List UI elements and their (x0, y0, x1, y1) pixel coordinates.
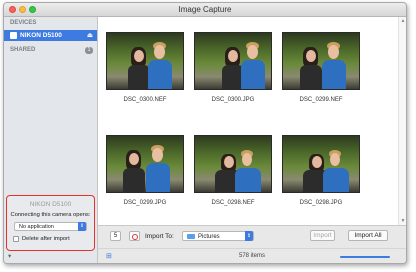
photo-thumbnail[interactable] (194, 135, 272, 193)
application-select-value: No application (19, 224, 54, 230)
camera-name-label: NIKON D5100 (29, 201, 72, 208)
application-select[interactable]: No application ⇕ (14, 222, 87, 231)
thumbnail-size-slider[interactable] (340, 256, 390, 258)
shared-header: SHARED (10, 47, 36, 53)
status-bar: ⊞ 578 items (98, 248, 406, 263)
import-destination-select[interactable]: Pictures ⇕ (182, 231, 254, 241)
title-bar: Image Capture (4, 3, 406, 17)
thumbnail-caption: DSC_0299.JPG (123, 200, 167, 206)
import-destination-value: Pictures (198, 233, 220, 240)
delete-button[interactable] (129, 231, 140, 241)
camera-icon (10, 32, 17, 39)
import-all-button[interactable]: Import All (348, 230, 388, 241)
delete-after-import-label: Delete after import (22, 236, 70, 242)
vertical-scrollbar[interactable]: ▲ ▼ (398, 17, 406, 225)
window-title: Image Capture (178, 5, 232, 14)
folder-icon (187, 234, 195, 239)
import-to-label: Import To: (145, 233, 174, 240)
scroll-up-arrow-icon[interactable]: ▲ (399, 18, 406, 24)
photo-thumbnail[interactable] (194, 32, 272, 90)
photo-thumbnail[interactable] (106, 32, 184, 90)
scroll-down-arrow-icon[interactable]: ▼ (399, 218, 406, 224)
thumbnail-caption: DSC_0298.JPG (299, 200, 343, 206)
thumbnail-browser: DSC_0300.NEF DSC_0300.JPG DSC_0299.NEF D… (98, 17, 406, 225)
updown-arrows-icon: ⇕ (245, 231, 253, 241)
import-button[interactable]: Import (310, 230, 335, 241)
shared-count-badge: 1 (85, 47, 93, 54)
updown-arrows-icon: ⇕ (78, 222, 86, 231)
device-name-label: NIKON D5100 (20, 32, 62, 39)
import-toolbar: 5 Import To: Pictures ⇕ Import Import Al… (98, 225, 406, 248)
connecting-opens-label: Connecting this camera opens: (10, 212, 91, 218)
thumbnail-caption: DSC_0298.NEF (211, 200, 255, 206)
photo-thumbnail[interactable] (282, 135, 360, 193)
photo-thumbnail[interactable] (282, 32, 360, 90)
thumbnail-caption: DSC_0300.JPG (211, 97, 255, 103)
thumbnail-caption: DSC_0300.NEF (123, 97, 167, 103)
eject-icon[interactable]: ⏏ (87, 31, 93, 39)
image-capture-window: Image Capture DEVICES NIKON D5100 ⏏ SHAR… (3, 2, 407, 264)
sidebar-toggle-icon[interactable]: ▾ (8, 252, 11, 260)
no-entry-icon (132, 233, 138, 240)
photo-thumbnail[interactable] (106, 135, 184, 193)
delete-after-import-checkbox[interactable] (13, 236, 19, 242)
count-field[interactable]: 5 (110, 231, 121, 241)
thumbnail-caption: DSC_0299.NEF (299, 97, 343, 103)
devices-header: DEVICES (10, 20, 37, 26)
sidebar-item-nikon-d5100[interactable]: NIKON D5100 ⏏ (4, 30, 97, 41)
camera-settings-panel: NIKON D5100 Connecting this camera opens… (6, 195, 95, 251)
sidebar: DEVICES NIKON D5100 ⏏ SHARED 1 NIKON D51… (4, 17, 98, 263)
